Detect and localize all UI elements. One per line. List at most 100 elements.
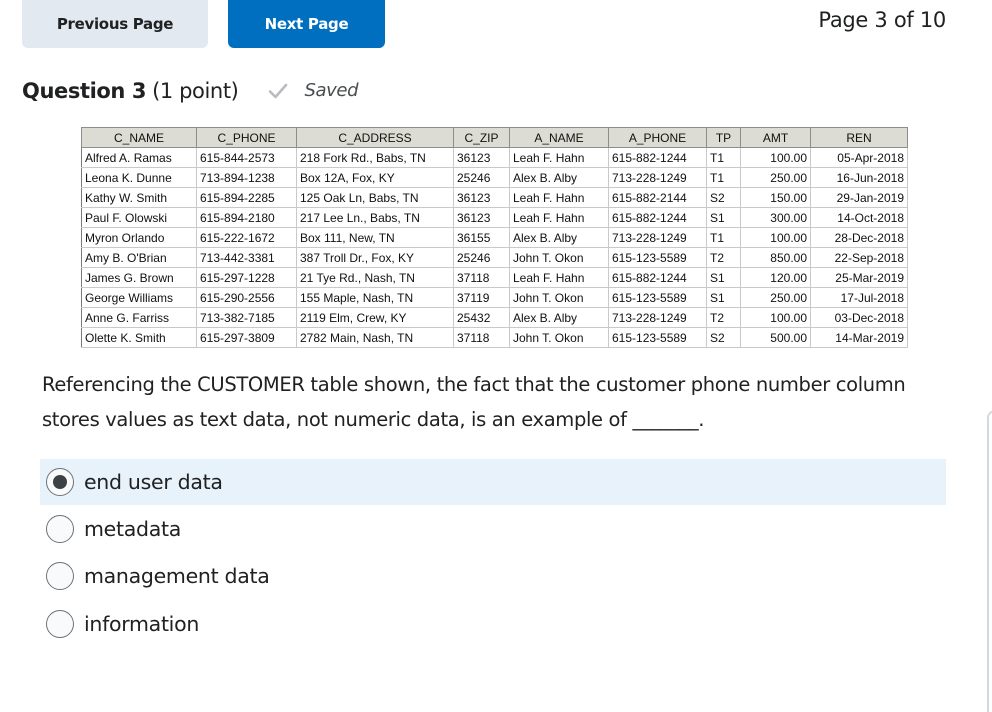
column-header-ren: REN xyxy=(810,127,908,148)
cell-a-phone: 615-882-2144 xyxy=(608,187,707,208)
cell-c-address: Box 111, New, TN xyxy=(296,227,454,248)
cell-ren: 14-Mar-2019 xyxy=(810,327,908,348)
cell-a-phone: 615-882-1244 xyxy=(608,267,707,288)
cell-a-phone: 615-123-5589 xyxy=(608,327,707,348)
cell-amt: 100.00 xyxy=(740,147,811,168)
cell-tp: T1 xyxy=(706,227,741,248)
answer-option-label[interactable]: management data xyxy=(84,564,270,588)
cell-a-name: Alex B. Alby xyxy=(509,227,609,248)
check-icon xyxy=(269,83,288,99)
cell-c-address: 217 Lee Ln., Babs, TN xyxy=(296,207,454,228)
cell-c-zip: 36123 xyxy=(453,187,510,208)
cell-c-address: Box 12A, Fox, KY xyxy=(296,167,454,188)
column-header-tp: TP xyxy=(706,127,741,148)
cell-tp: T1 xyxy=(706,167,741,188)
saved-status: Saved xyxy=(268,80,358,101)
cell-c-name: George Williams xyxy=(81,287,197,308)
column-header-a-phone: A_PHONE xyxy=(608,127,707,148)
cell-tp: S2 xyxy=(706,327,741,348)
radio-dot-icon xyxy=(53,475,67,489)
cell-c-name: Olette K. Smith xyxy=(81,327,197,348)
radio-selected[interactable] xyxy=(46,468,74,496)
cell-c-name: James G. Brown xyxy=(81,267,197,288)
cell-c-address: 387 Troll Dr., Fox, KY xyxy=(296,247,454,268)
column-header-c-zip: C_ZIP xyxy=(453,127,510,148)
cell-c-phone: 615-297-1228 xyxy=(196,267,297,288)
table-row: Amy B. O'Brian 713-442-3381 387 Troll Dr.,… xyxy=(81,247,908,268)
cell-a-name: Alex B. Alby xyxy=(509,307,609,328)
radio-unselected[interactable] xyxy=(46,609,74,638)
cell-c-zip: 37118 xyxy=(453,267,510,288)
cell-c-zip: 36155 xyxy=(453,227,510,248)
column-header-c-address: C_ADDRESS xyxy=(296,127,454,148)
cell-amt: 100.00 xyxy=(740,227,811,248)
cell-tp: S2 xyxy=(706,187,741,208)
cell-ren: 25-Mar-2019 xyxy=(810,267,908,288)
cell-c-phone: 615-297-3809 xyxy=(196,327,297,348)
customer-table: C_NAME C_PHONE C_ADDRESS C_ZIP A_NAME A_PHONE… xyxy=(81,127,908,348)
cell-a-phone: 713-228-1249 xyxy=(608,167,707,188)
question-header: Question 3 (1 point) Saved xyxy=(22,79,358,103)
cell-c-phone: 713-894-1238 xyxy=(196,167,297,188)
cell-tp: T2 xyxy=(706,307,741,328)
answer-option[interactable]: management data xyxy=(40,553,946,601)
cell-a-name: Leah F. Hahn xyxy=(509,207,609,228)
cell-a-name: John T. Okon xyxy=(509,327,609,348)
table-header-row: C_NAME C_PHONE C_ADDRESS C_ZIP A_NAME A_PHONE… xyxy=(81,127,908,148)
page-indicator: Page 3 of 10 xyxy=(818,8,946,32)
table-row: Olette K. Smith 615-297-3809 2782 Main, Na… xyxy=(81,327,908,348)
answer-option[interactable]: metadata xyxy=(40,505,946,553)
cell-ren: 17-Jul-2018 xyxy=(810,287,908,308)
cell-c-phone: 615-894-2180 xyxy=(196,207,297,228)
cell-c-zip: 36123 xyxy=(453,147,510,168)
cell-c-zip: 37118 xyxy=(453,327,510,348)
cell-a-name: Leah F. Hahn xyxy=(509,187,609,208)
cell-ren: 03-Dec-2018 xyxy=(810,307,908,328)
radio-unselected[interactable] xyxy=(46,562,74,591)
answer-option[interactable]: information xyxy=(40,600,946,648)
cell-c-name: Leona K. Dunne xyxy=(81,167,197,188)
cell-amt: 120.00 xyxy=(740,267,811,288)
answer-option-label[interactable]: metadata xyxy=(84,517,181,541)
table-row: Leona K. Dunne 713-894-1238 Box 12A, Fox, … xyxy=(81,167,908,188)
answer-option-label[interactable]: end user data xyxy=(84,470,223,494)
cell-c-phone: 713-382-7185 xyxy=(196,307,297,328)
answer-option-label[interactable]: information xyxy=(84,612,199,636)
cell-c-address: 2782 Main, Nash, TN xyxy=(296,327,454,348)
cell-a-phone: 615-882-1244 xyxy=(608,207,707,228)
previous-page-button[interactable]: Previous Page xyxy=(22,0,208,48)
cell-ren: 16-Jun-2018 xyxy=(810,167,908,188)
cell-a-phone: 713-228-1249 xyxy=(608,227,707,248)
cell-amt: 250.00 xyxy=(740,287,811,308)
cell-c-address: 21 Tye Rd., Nash, TN xyxy=(296,267,454,288)
cell-a-name: John T. Okon xyxy=(509,247,609,268)
cell-c-phone: 615-894-2285 xyxy=(196,187,297,208)
cell-tp: S1 xyxy=(706,267,741,288)
cell-c-address: 125 Oak Ln, Babs, TN xyxy=(296,187,454,208)
cell-c-name: Amy B. O'Brian xyxy=(81,247,197,268)
cell-a-phone: 615-123-5589 xyxy=(608,287,707,308)
answer-options: end user data metadata management data info… xyxy=(40,459,946,648)
cell-c-zip: 36123 xyxy=(453,207,510,228)
question-points: (1 point) xyxy=(152,79,239,103)
cell-c-name: Alfred A. Ramas xyxy=(81,147,197,168)
cell-c-zip: 25246 xyxy=(453,167,510,188)
radio-unselected[interactable] xyxy=(46,514,74,543)
cell-tp: T2 xyxy=(706,247,741,268)
cell-ren: 22-Sep-2018 xyxy=(810,247,908,268)
cell-c-phone: 615-222-1672 xyxy=(196,227,297,248)
cell-a-phone: 713-228-1249 xyxy=(608,307,707,328)
cell-ren: 29-Jan-2019 xyxy=(810,187,908,208)
cell-a-phone: 615-882-1244 xyxy=(608,147,707,168)
cell-c-name: Anne G. Farriss xyxy=(81,307,197,328)
cell-c-zip: 25432 xyxy=(453,307,510,328)
cell-a-name: John T. Okon xyxy=(509,287,609,308)
cell-c-address: 218 Fork Rd., Babs, TN xyxy=(296,147,454,168)
next-page-button[interactable]: Next Page xyxy=(228,0,385,48)
table-row: Paul F. Olowski 615-894-2180 217 Lee Ln., … xyxy=(81,207,908,228)
cell-amt: 250.00 xyxy=(740,167,811,188)
cell-tp: S1 xyxy=(706,207,741,228)
column-header-c-name: C_NAME xyxy=(81,127,197,148)
cell-tp: S1 xyxy=(706,287,741,308)
answer-option[interactable]: end user data xyxy=(40,459,946,505)
